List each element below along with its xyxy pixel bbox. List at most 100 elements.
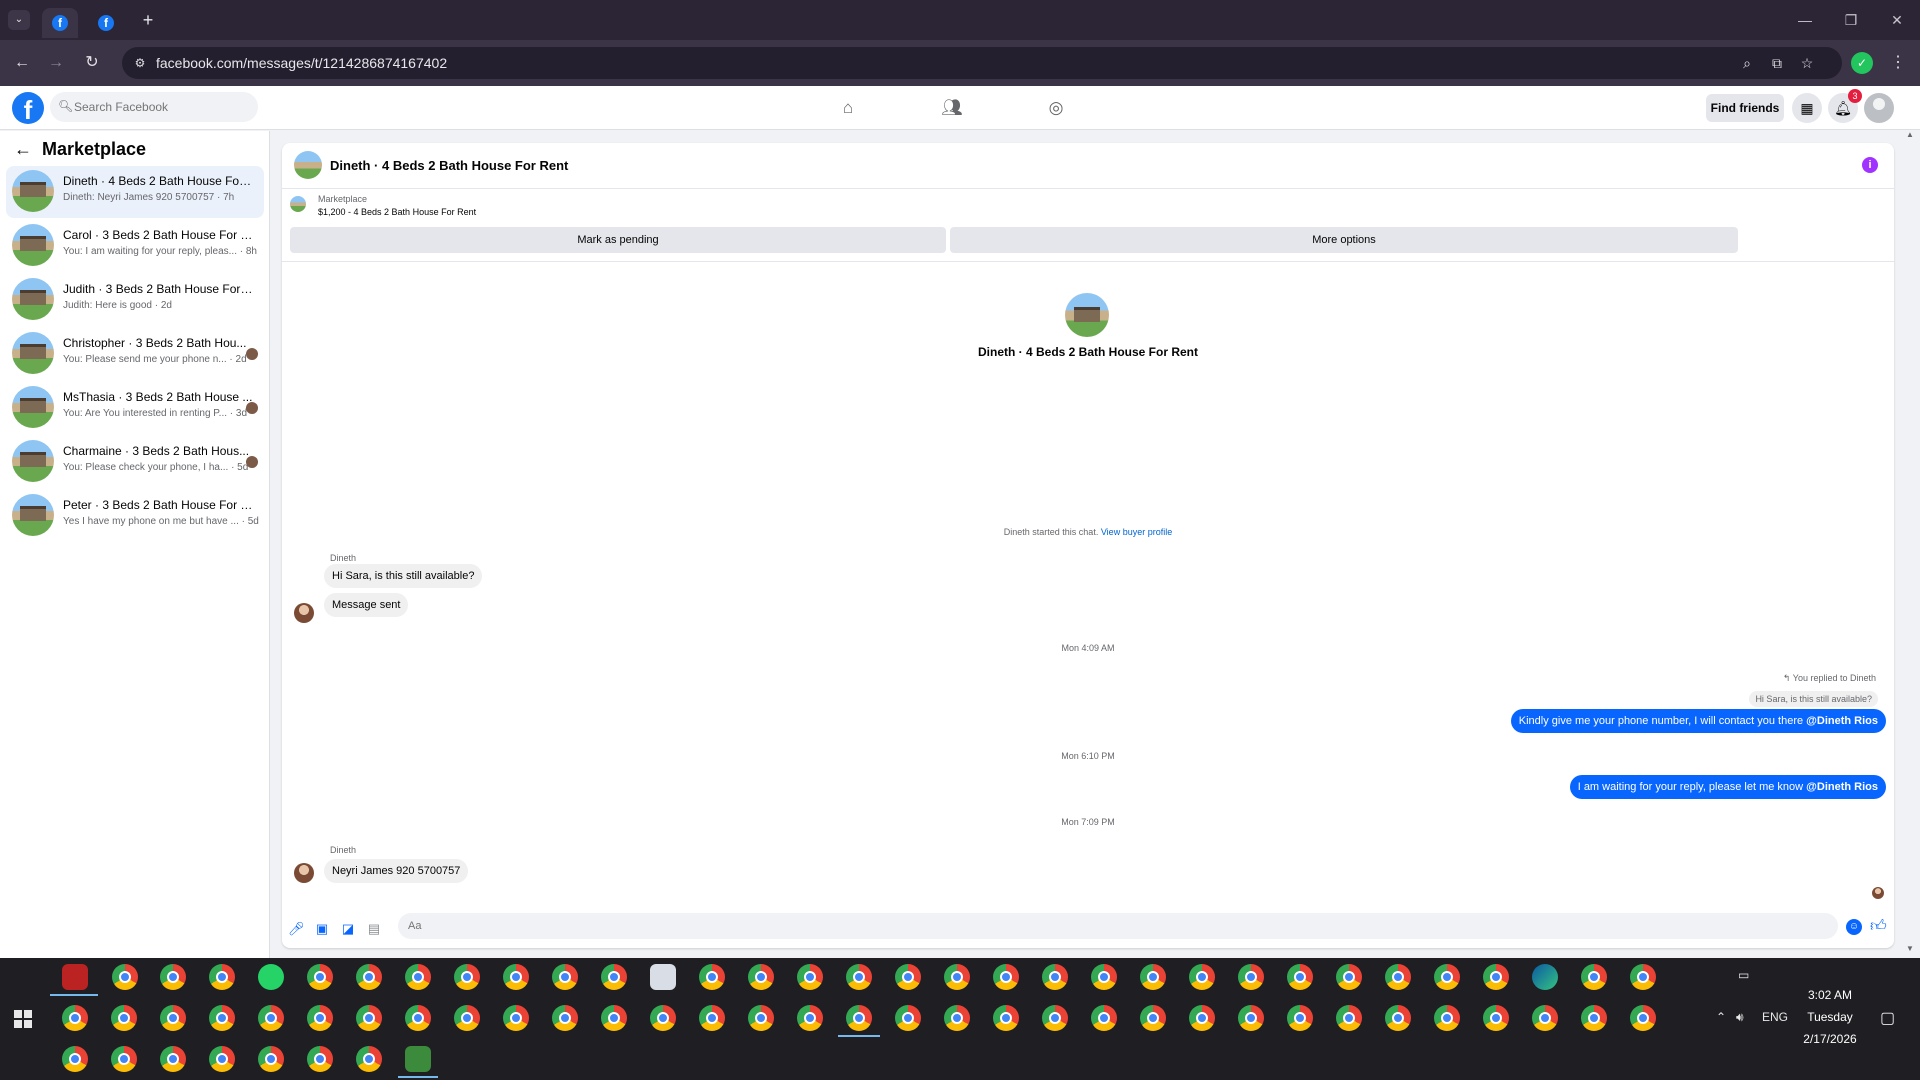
menu-grid-icon[interactable]: ▦ [1792,93,1822,123]
contact-app-icon[interactable] [650,964,676,990]
chrome-window-icon[interactable] [160,964,186,990]
new-tab-button[interactable]: + [136,8,160,32]
back-arrow-icon[interactable]: ← [14,139,32,160]
chrome-window-icon[interactable] [112,964,138,990]
chrome-window-icon[interactable] [307,964,333,990]
chrome-window-icon[interactable] [307,1005,333,1031]
chrome-window-icon[interactable] [111,1046,137,1072]
chrome-window-icon[interactable] [1042,964,1068,990]
conversation-item[interactable]: Carol · 3 Beds 2 Bath House For Re... Yo… [6,220,264,272]
chrome-window-icon[interactable] [454,964,480,990]
sender-avatar[interactable] [294,603,314,623]
tab-facebook-active[interactable]: f [42,8,78,38]
forward-icon[interactable]: → [44,51,68,75]
view-buyer-profile-link[interactable]: View buyer profile [1101,527,1172,537]
chrome-window-icon[interactable] [258,1005,284,1031]
chrome-window-icon[interactable] [1532,1005,1558,1031]
chrome-window-icon[interactable] [356,1046,382,1072]
chrome-window-icon[interactable] [944,964,970,990]
thumbs-up-icon[interactable]: 👍︎ [1870,917,1887,936]
chrome-window-icon[interactable] [1189,1005,1215,1031]
more-options-button[interactable]: More options [950,227,1738,253]
chrome-window-icon[interactable] [1385,964,1411,990]
clock-time[interactable]: 3:02 AM [1780,988,1880,1002]
chrome-window-icon[interactable] [1189,964,1215,990]
edge-icon[interactable] [1532,964,1558,990]
chrome-window-icon[interactable] [454,1005,480,1031]
restore-window-icon[interactable]: ❐ [1828,6,1874,34]
quoted-message[interactable]: Hi Sara, is this still available? [1749,691,1878,707]
chrome-window-icon[interactable] [846,1005,872,1031]
volume-icon[interactable]: 🔊︎ [1736,1010,1744,1025]
display-settings-icon[interactable]: ▭ [1738,968,1749,982]
chrome-window-icon[interactable] [1287,964,1313,990]
reload-icon[interactable]: ↻ [80,51,104,75]
gif-icon[interactable]: ▤ [366,921,382,937]
conversation-item[interactable]: Charmaine · 3 Beds 2 Bath Hous... You: P… [6,436,264,488]
pinned-app-icon[interactable] [62,964,88,990]
home-icon[interactable]: ⌂ [836,96,860,120]
tab-search-dropdown-icon[interactable]: ⌄ [8,10,30,30]
chrome-window-icon[interactable] [1042,1005,1068,1031]
chrome-window-icon[interactable] [356,964,382,990]
chat-header-thumbnail[interactable] [294,151,322,179]
chrome-window-icon[interactable] [846,964,872,990]
chrome-window-icon[interactable] [1483,964,1509,990]
browser-menu-icon[interactable]: ⋮ [1890,52,1906,74]
chrome-window-icon[interactable] [1238,964,1264,990]
scroll-up-arrow-icon[interactable]: ▲ [1906,130,1914,139]
clock-date[interactable]: 2/17/2026 [1780,1032,1880,1046]
facebook-logo-icon[interactable]: f [12,92,44,125]
close-window-icon[interactable]: ✕ [1874,6,1920,34]
chrome-window-icon[interactable] [797,964,823,990]
chrome-window-icon[interactable] [699,1005,725,1031]
conversation-item[interactable]: Judith · 3 Beds 2 Bath House For R... Ju… [6,274,264,326]
chrome-window-icon[interactable] [748,964,774,990]
incoming-message[interactable]: Neyri James 920 5700757 [324,859,469,883]
chrome-window-icon[interactable] [1140,1005,1166,1031]
chrome-window-icon[interactable] [62,1005,88,1031]
chrome-window-icon[interactable] [1287,1005,1313,1031]
outgoing-message[interactable]: Kindly give me your phone number, I will… [1510,709,1886,733]
incoming-message[interactable]: Hi Sara, is this still available? [324,564,483,588]
chrome-window-icon[interactable] [993,1005,1019,1031]
spreadsheet-app-icon[interactable] [405,1046,431,1072]
search-input[interactable] [74,92,254,122]
info-icon[interactable]: i [1862,157,1878,173]
chrome-window-icon[interactable] [160,1005,186,1031]
listing-banner[interactable]: Marketplace $1,200 - 4 Beds 2 Bath House… [282,190,1894,220]
outgoing-message[interactable]: I am waiting for your reply, please let … [1569,775,1886,799]
chrome-window-icon[interactable] [209,1046,235,1072]
chrome-window-icon[interactable] [1581,964,1607,990]
chrome-window-icon[interactable] [503,964,529,990]
incoming-message[interactable]: Message sent [324,593,409,617]
message-input[interactable] [398,913,1838,939]
emoji-icon[interactable]: ☺ [1846,919,1862,935]
scroll-down-arrow-icon[interactable]: ▼ [1906,944,1914,953]
chrome-window-icon[interactable] [1091,1005,1117,1031]
notifications-center-icon[interactable]: ▢ [1880,1008,1895,1028]
install-app-icon[interactable]: ⧉ [1768,54,1786,72]
chrome-window-icon[interactable] [258,1046,284,1072]
chrome-window-icon[interactable] [1140,964,1166,990]
chrome-window-icon[interactable] [1385,1005,1411,1031]
extension-profile-icon[interactable]: ✓ [1851,52,1873,74]
chrome-window-icon[interactable] [1434,964,1460,990]
chrome-window-icon[interactable] [895,964,921,990]
zoom-icon[interactable]: ⌕ [1738,54,1756,72]
friends-icon[interactable]: 👥︎ [940,96,964,120]
chrome-window-icon[interactable] [1434,1005,1460,1031]
chrome-window-icon[interactable] [944,1005,970,1031]
site-info-icon[interactable]: ⚙ [132,55,148,71]
chrome-window-icon[interactable] [601,964,627,990]
chrome-window-icon[interactable] [209,1005,235,1031]
chrome-window-icon[interactable] [307,1046,333,1072]
chrome-window-icon[interactable] [1630,1005,1656,1031]
photo-icon[interactable]: ▣ [314,921,330,937]
bookmark-star-icon[interactable]: ☆ [1798,54,1816,72]
chrome-window-icon[interactable] [405,964,431,990]
chrome-window-icon[interactable] [62,1046,88,1072]
chrome-window-icon[interactable] [503,1005,529,1031]
chrome-window-icon[interactable] [1581,1005,1607,1031]
url-text[interactable]: facebook.com/messages/t/1214286874167402 [156,55,447,71]
